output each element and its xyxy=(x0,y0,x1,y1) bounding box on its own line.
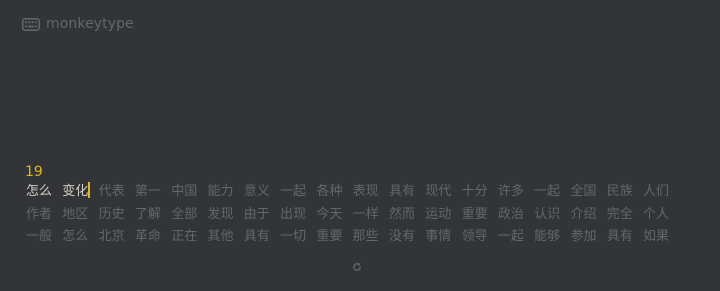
word: 了解 xyxy=(134,206,161,222)
word: 怎么 xyxy=(62,229,89,244)
word: 个人 xyxy=(643,206,670,222)
word: 全部 xyxy=(171,206,198,222)
word: 重要 xyxy=(316,229,343,244)
word: 作者 xyxy=(26,206,53,222)
word: 革命 xyxy=(134,229,161,244)
word: 许多 xyxy=(497,184,524,199)
word: 重要 xyxy=(461,206,488,222)
word: 没有 xyxy=(388,229,415,244)
word: 代表 xyxy=(98,184,125,199)
word: 具有 xyxy=(388,184,415,199)
word-current: 变化 xyxy=(62,181,98,204)
word: 能够 xyxy=(534,229,561,244)
word: 由于 xyxy=(243,206,270,222)
word: 十分 xyxy=(461,184,488,199)
word-line: 怎么 变化 代表 第一 中国 能力 意义 一起 各种 表现 具有 现代 十分 许多 一起 全国 民族 人们 xyxy=(26,181,686,204)
word: 政治 xyxy=(497,206,524,222)
word: 如果 xyxy=(643,229,670,244)
word: 一起 xyxy=(280,184,307,199)
word: 一起 xyxy=(497,229,524,244)
restart-icon[interactable] xyxy=(352,262,362,272)
word-line: 作者 地区 历史 了解 全部 发现 由于 出现 今天 一样 然而 运动 重要 政治 认识 介绍 完全 个人 xyxy=(26,204,686,227)
word: 今天 xyxy=(316,206,343,222)
word: 地区 xyxy=(62,206,89,222)
words-area[interactable]: 怎么 变化 代表 第一 中国 能力 意义 一起 各种 表现 具有 现代 十分 许多 一起 全国 民族 人们 作者 地区… xyxy=(26,181,686,249)
word: 然而 xyxy=(388,206,415,222)
word: 领导 xyxy=(461,229,488,244)
word-counter: 19 xyxy=(25,164,43,180)
word: 北京 xyxy=(98,229,125,244)
word: 能力 xyxy=(207,184,234,199)
word: 事情 xyxy=(425,229,452,244)
word: 第一 xyxy=(134,184,161,199)
word: 正在 xyxy=(171,229,198,244)
word: 各种 xyxy=(316,184,343,199)
word: 完全 xyxy=(606,206,633,222)
word: 意义 xyxy=(243,184,270,199)
word: 一起 xyxy=(534,184,561,199)
word: 人们 xyxy=(643,184,670,199)
word-line: 一般 怎么 北京 革命 正在 其他 具有 一切 重要 那些 没有 事情 领导 一起 能够 参加 具有 如果 xyxy=(26,226,686,249)
caret xyxy=(88,182,91,198)
word: 全国 xyxy=(570,184,597,199)
word: 参加 xyxy=(570,229,597,244)
word: 运动 xyxy=(425,206,452,222)
typing-test-page: monkeytype 19 怎么 变化 代表 第一 中国 能力 意义 一起 各种 表现 具有 现代 十分… xyxy=(0,0,720,291)
word: 一切 xyxy=(280,229,307,244)
word: 出现 xyxy=(280,206,307,222)
word: 其他 xyxy=(207,229,234,244)
word-typed: 怎么 xyxy=(26,184,53,199)
word: 历史 xyxy=(98,206,125,222)
brand-name: monkeytype xyxy=(46,16,134,32)
keyboard-icon xyxy=(22,17,40,31)
word: 发现 xyxy=(207,206,234,222)
word: 中国 xyxy=(171,184,198,199)
header[interactable]: monkeytype xyxy=(22,14,134,34)
word: 一般 xyxy=(26,229,53,244)
word: 现代 xyxy=(425,184,452,199)
word: 具有 xyxy=(243,229,270,244)
word: 民族 xyxy=(606,184,633,199)
word: 表现 xyxy=(352,184,379,199)
word: 一样 xyxy=(352,206,379,222)
word-current-typed: 变化 xyxy=(62,184,89,199)
word: 具有 xyxy=(606,229,633,244)
word: 认识 xyxy=(534,206,561,222)
word: 那些 xyxy=(352,229,379,244)
word: 介绍 xyxy=(570,206,597,222)
